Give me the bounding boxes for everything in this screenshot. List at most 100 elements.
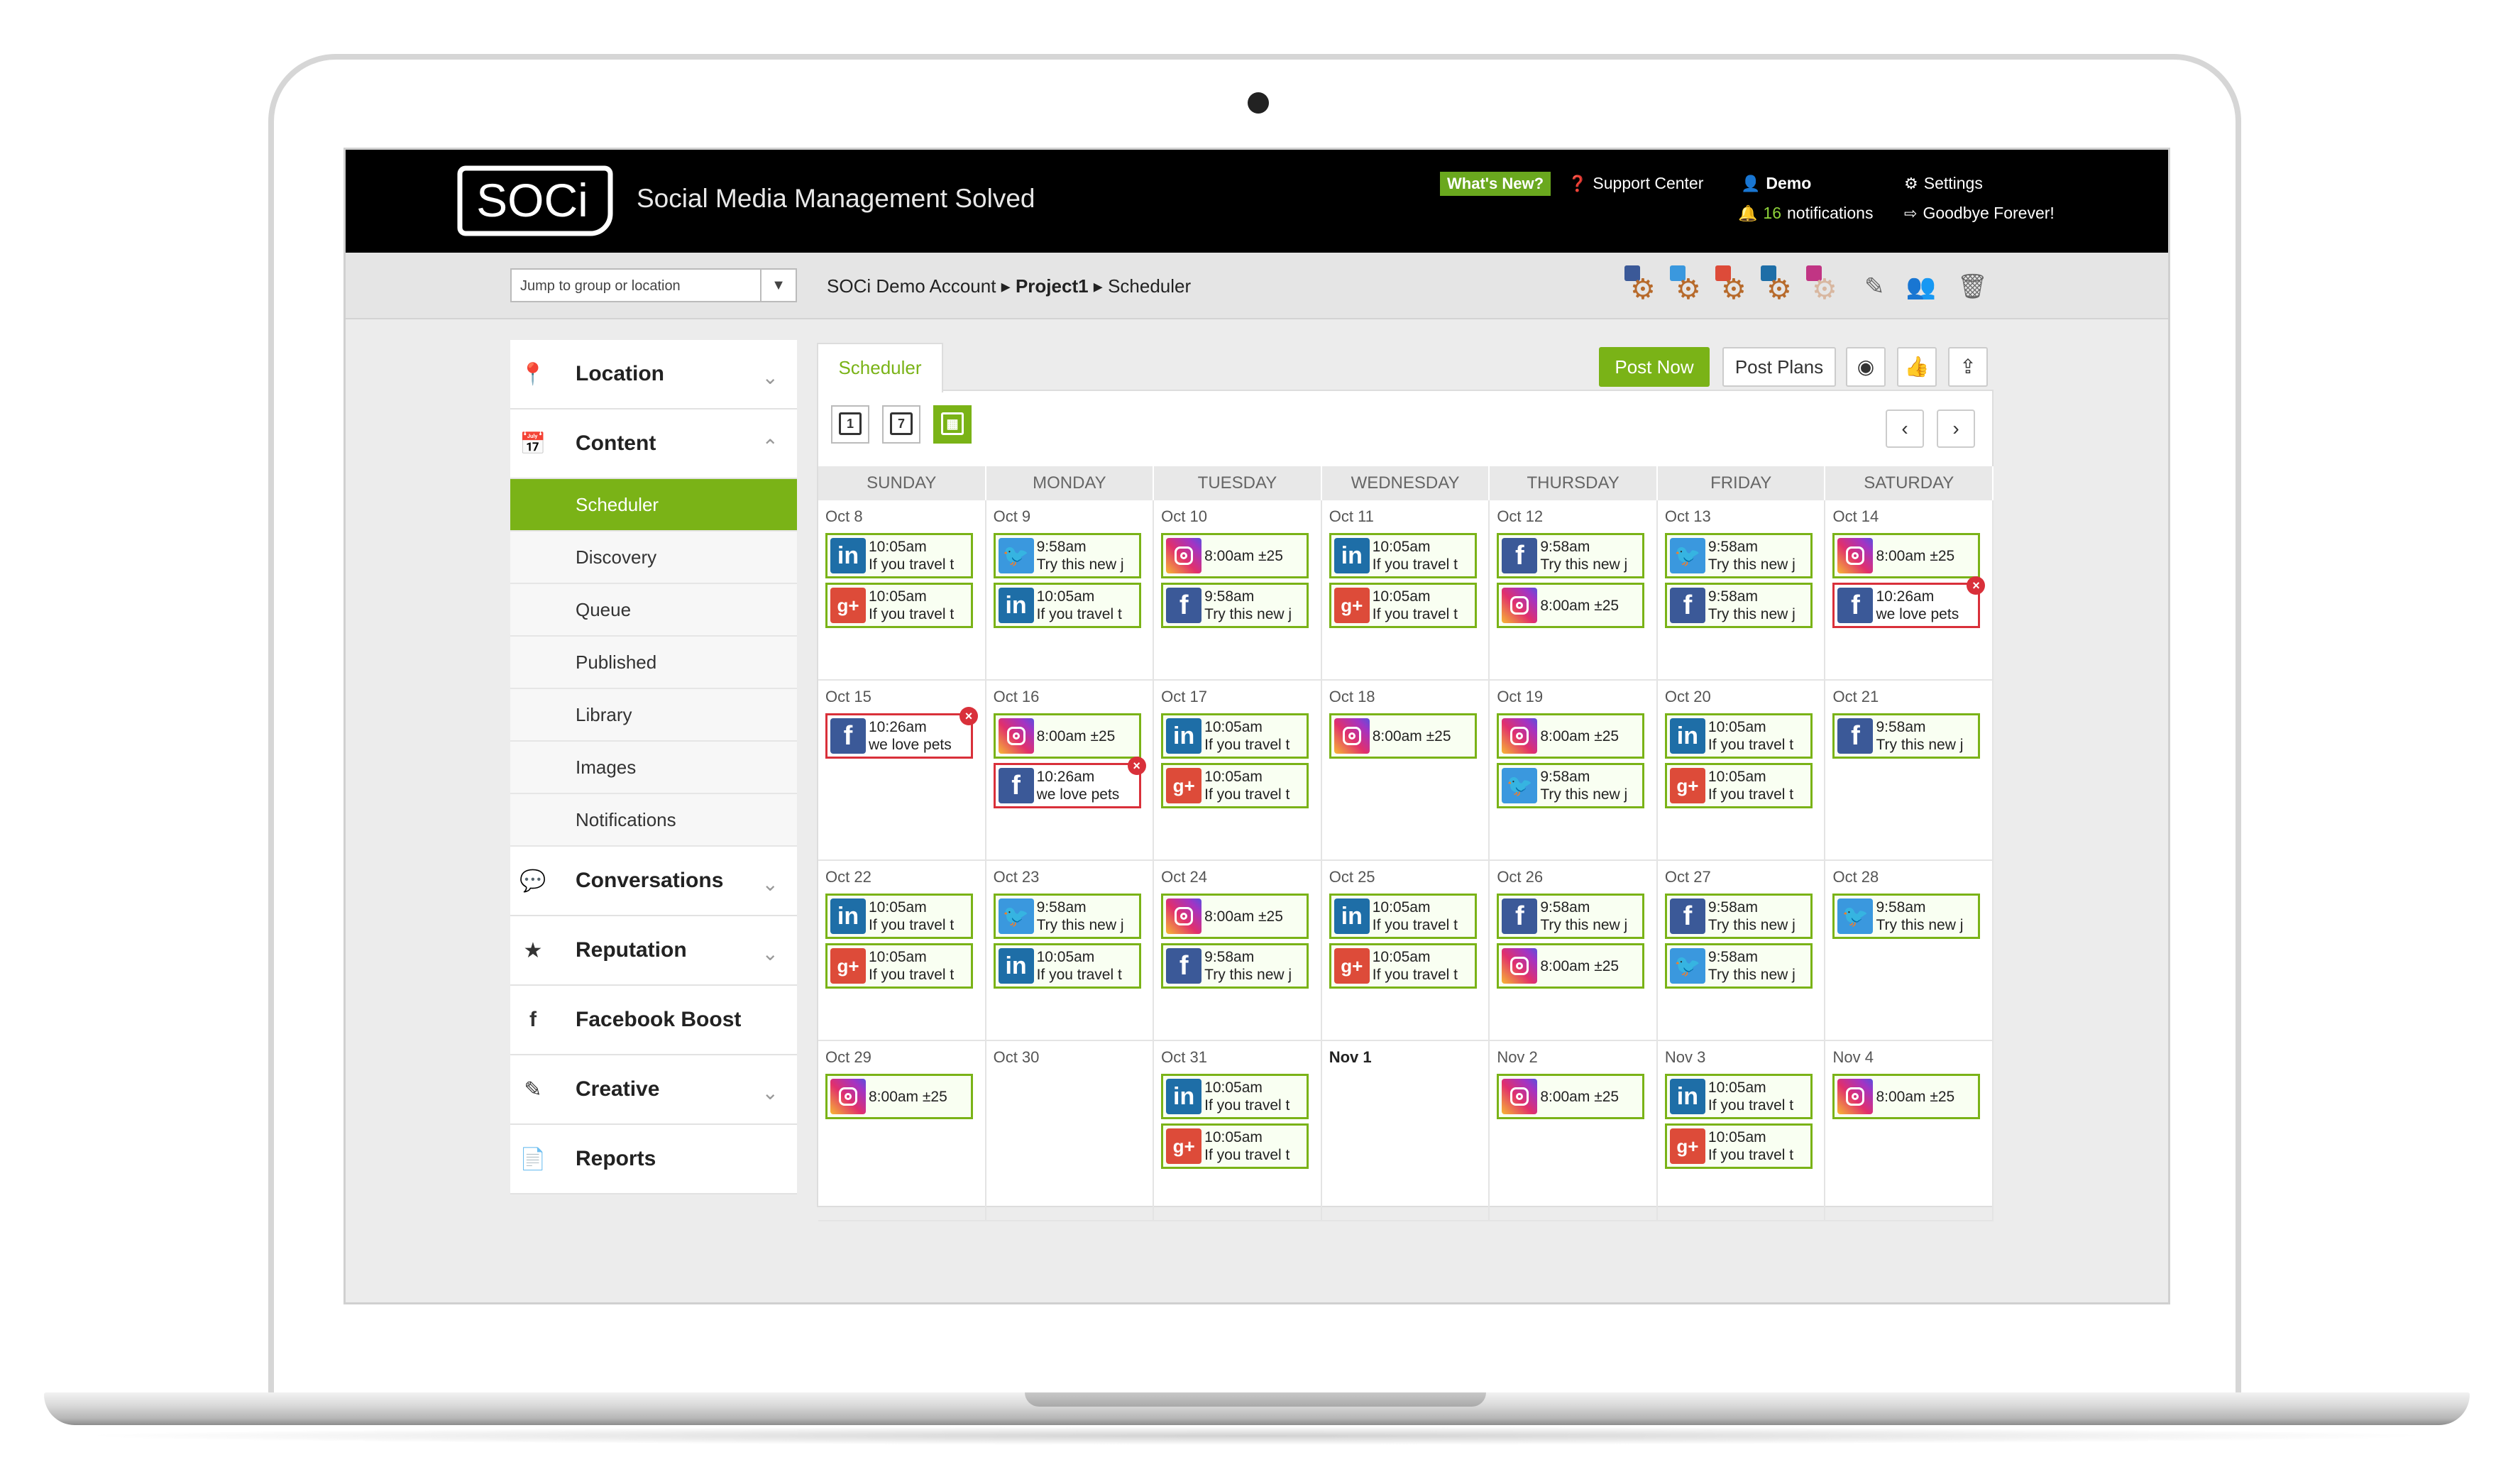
crumb-account[interactable]: SOCi Demo Account — [827, 275, 996, 297]
users-icon[interactable]: 👥 — [1906, 273, 1936, 301]
post-now-button[interactable]: Post Now — [1599, 347, 1710, 387]
scheduled-post[interactable]: f 9:58am Try this new j — [1161, 583, 1309, 628]
calendar-day[interactable]: Oct 18 8:00am ±25 — [1322, 681, 1490, 859]
sidebar-item-content[interactable]: 📅 Content ⌃ — [510, 410, 797, 479]
calendar-day[interactable]: Oct 17 in 10:05am If you travel t g+ 10:05am I… — [1154, 681, 1322, 859]
sidebar-item-images[interactable]: Images — [510, 742, 797, 794]
sidebar-item-scheduler[interactable]: Scheduler — [510, 479, 797, 532]
calendar-day[interactable]: Oct 15 f 10:26am we love pets × — [818, 681, 986, 859]
calendar-day[interactable]: Oct 25 in 10:05am If you travel t g+ 10:05am I… — [1322, 861, 1490, 1040]
error-close-icon[interactable]: × — [1967, 576, 1986, 595]
trash-icon[interactable]: 🗑 — [1957, 273, 1988, 301]
scheduled-post[interactable]: 8:00am ±25 — [825, 1074, 973, 1119]
scheduled-post[interactable]: g+ 10:05am If you travel t — [825, 943, 973, 989]
scheduled-post[interactable]: f 9:58am Try this new j — [1664, 894, 1813, 939]
scheduled-post[interactable]: g+ 10:05am If you travel t — [1329, 583, 1477, 628]
calendar-day[interactable]: Oct 23 🐦 9:58am Try this new j in 10:05am If y… — [986, 861, 1155, 1040]
scheduled-post[interactable]: in 10:05am If you travel t — [993, 943, 1141, 989]
upload-button[interactable]: ⇪ — [1948, 347, 1988, 387]
day-view-button[interactable]: 1 — [831, 405, 869, 444]
scheduled-post[interactable]: in 10:05am If you travel t — [1161, 1074, 1309, 1119]
scheduled-post[interactable]: 🐦 9:58am Try this new j — [1664, 943, 1813, 989]
scheduled-post[interactable]: g+ 10:05am If you travel t — [1664, 1123, 1813, 1169]
scheduled-post[interactable]: 8:00am ±25 — [1832, 1074, 1981, 1119]
sidebar-item-facebook-boost[interactable]: f Facebook Boost — [510, 986, 797, 1055]
calendar-day[interactable]: Oct 16 8:00am ±25 f 10:26am we love pets × — [986, 681, 1155, 859]
calendar-day[interactable]: Oct 13 🐦 9:58am Try this new j f 9:58am Try th… — [1658, 500, 1826, 679]
soci-logo[interactable]: SOCi — [456, 164, 615, 238]
sidebar-item-reputation[interactable]: ★ Reputation ⌄ — [510, 916, 797, 986]
facebook-network-status[interactable]: ⚙ — [1623, 265, 1663, 305]
scheduled-post[interactable]: g+ 10:05am If you travel t — [1161, 1123, 1309, 1169]
sidebar-item-creative[interactable]: ✎ Creative ⌄ — [510, 1055, 797, 1125]
sidebar-item-conversations[interactable]: 💬 Conversations ⌄ — [510, 847, 797, 916]
calendar-day[interactable]: Oct 24 8:00am ±25 f 9:58am Try this new j — [1154, 861, 1322, 1040]
scheduled-post[interactable]: g+ 10:05am If you travel t — [825, 583, 973, 628]
scheduled-post[interactable]: in 10:05am If you travel t — [1329, 894, 1477, 939]
sidebar-item-location[interactable]: 📍 Location ⌄ — [510, 340, 797, 410]
calendar-day[interactable]: Oct 22 in 10:05am If you travel t g+ 10:05am I… — [818, 861, 986, 1040]
error-close-icon[interactable]: × — [959, 707, 978, 725]
scheduled-post[interactable]: 8:00am ±25 — [1329, 713, 1477, 759]
calendar-day[interactable]: Nov 3 in 10:05am If you travel t g+ 10:05am If… — [1658, 1041, 1826, 1220]
scheduled-post[interactable]: 🐦 9:58am Try this new j — [1497, 763, 1645, 808]
scheduled-post[interactable]: 🐦 9:58am Try this new j — [993, 894, 1141, 939]
scheduled-post[interactable]: f 10:26am we love pets × — [825, 707, 978, 759]
scheduled-post[interactable]: 8:00am ±25 — [1497, 1074, 1645, 1119]
calendar-day[interactable]: Oct 8 in 10:05am If you travel t g+ 10:05am If… — [818, 500, 986, 679]
scheduled-post[interactable]: in 10:05am If you travel t — [1329, 533, 1477, 578]
scheduled-post[interactable]: in 10:05am If you travel t — [1664, 713, 1813, 759]
scheduled-post[interactable]: f 9:58am Try this new j — [1664, 583, 1813, 628]
sidebar-item-queue[interactable]: Queue — [510, 584, 797, 637]
scheduled-post[interactable]: in 10:05am If you travel t — [1664, 1074, 1813, 1119]
scheduled-post[interactable]: 8:00am ±25 — [1497, 713, 1645, 759]
sidebar-item-published[interactable]: Published — [510, 637, 797, 689]
scheduled-post[interactable]: 8:00am ±25 — [1161, 894, 1309, 939]
user-menu[interactable]: 👤 Demo — [1741, 174, 1811, 193]
calendar-day[interactable]: Nov 1 — [1322, 1041, 1490, 1220]
scheduled-post[interactable]: in 10:05am If you travel t — [1161, 713, 1309, 759]
week-view-button[interactable]: 7 — [882, 405, 920, 444]
jump-to-location-select[interactable]: Jump to group or location ▼ — [510, 268, 797, 302]
scheduled-post[interactable]: f 10:26am we love pets × — [1832, 576, 1986, 628]
prev-month-button[interactable]: ‹ — [1886, 410, 1924, 448]
instagram-network-status[interactable]: ⚙ — [1805, 265, 1844, 305]
scheduled-post[interactable]: f 9:58am Try this new j — [1497, 533, 1645, 578]
rss-button[interactable]: ◉ — [1846, 347, 1886, 387]
scheduled-post[interactable]: f 9:58am Try this new j — [1832, 713, 1981, 759]
calendar-day[interactable]: Oct 26 f 9:58am Try this new j 8:00am ±25 — [1490, 861, 1658, 1040]
scheduled-post[interactable]: g+ 10:05am If you travel t — [1161, 763, 1309, 808]
scheduled-post[interactable]: in 10:05am If you travel t — [993, 583, 1141, 628]
logout-link[interactable]: ⇨ Goodbye Forever! — [1904, 204, 2055, 223]
sidebar-item-discovery[interactable]: Discovery — [510, 532, 797, 584]
scheduled-post[interactable]: 8:00am ±25 — [1832, 533, 1981, 578]
googleplus-network-status[interactable]: ⚙ — [1714, 265, 1754, 305]
scheduled-post[interactable]: 🐦 9:58am Try this new j — [1664, 533, 1813, 578]
scheduled-post[interactable]: 8:00am ±25 — [1497, 583, 1645, 628]
scheduled-post[interactable]: 🐦 9:58am Try this new j — [1832, 894, 1981, 939]
scheduled-post[interactable]: 🐦 9:58am Try this new j — [993, 533, 1141, 578]
scheduled-post[interactable]: g+ 10:05am If you travel t — [1664, 763, 1813, 808]
calendar-day[interactable]: Oct 29 8:00am ±25 — [818, 1041, 986, 1220]
twitter-network-status[interactable]: ⚙ — [1668, 265, 1708, 305]
scheduled-post[interactable]: 8:00am ±25 — [1161, 533, 1309, 578]
tab-scheduler[interactable]: Scheduler — [817, 343, 943, 392]
calendar-day[interactable]: Oct 12 f 9:58am Try this new j 8:00am ±25 — [1490, 500, 1658, 679]
calendar-day[interactable]: Oct 19 8:00am ±25 🐦 9:58am Try this new j — [1490, 681, 1658, 859]
scheduled-post[interactable]: f 9:58am Try this new j — [1161, 943, 1309, 989]
sidebar-item-reports[interactable]: 📄 Reports — [510, 1125, 797, 1194]
scheduled-post[interactable]: g+ 10:05am If you travel t — [1329, 943, 1477, 989]
sidebar-item-notifications[interactable]: Notifications — [510, 794, 797, 847]
scheduled-post[interactable]: in 10:05am If you travel t — [825, 533, 973, 578]
thumbs-up-button[interactable]: 👍 — [1897, 347, 1937, 387]
support-center-link[interactable]: ❓ Support Center — [1568, 174, 1703, 193]
calendar-day[interactable]: Oct 11 in 10:05am If you travel t g+ 10:05am I… — [1322, 500, 1490, 679]
calendar-day[interactable]: Oct 14 8:00am ±25 f 10:26am we love pets × — [1825, 500, 1994, 679]
scheduled-post[interactable]: in 10:05am If you travel t — [825, 894, 973, 939]
next-month-button[interactable]: › — [1937, 410, 1975, 448]
calendar-day[interactable]: Oct 30 — [986, 1041, 1155, 1220]
post-plans-button[interactable]: Post Plans — [1722, 347, 1836, 387]
calendar-day[interactable]: Oct 27 f 9:58am Try this new j 🐦 9:58am Try th… — [1658, 861, 1826, 1040]
notifications-link[interactable]: 🔔 16 notifications — [1738, 204, 1873, 223]
linkedin-network-status[interactable]: ⚙ — [1759, 265, 1799, 305]
